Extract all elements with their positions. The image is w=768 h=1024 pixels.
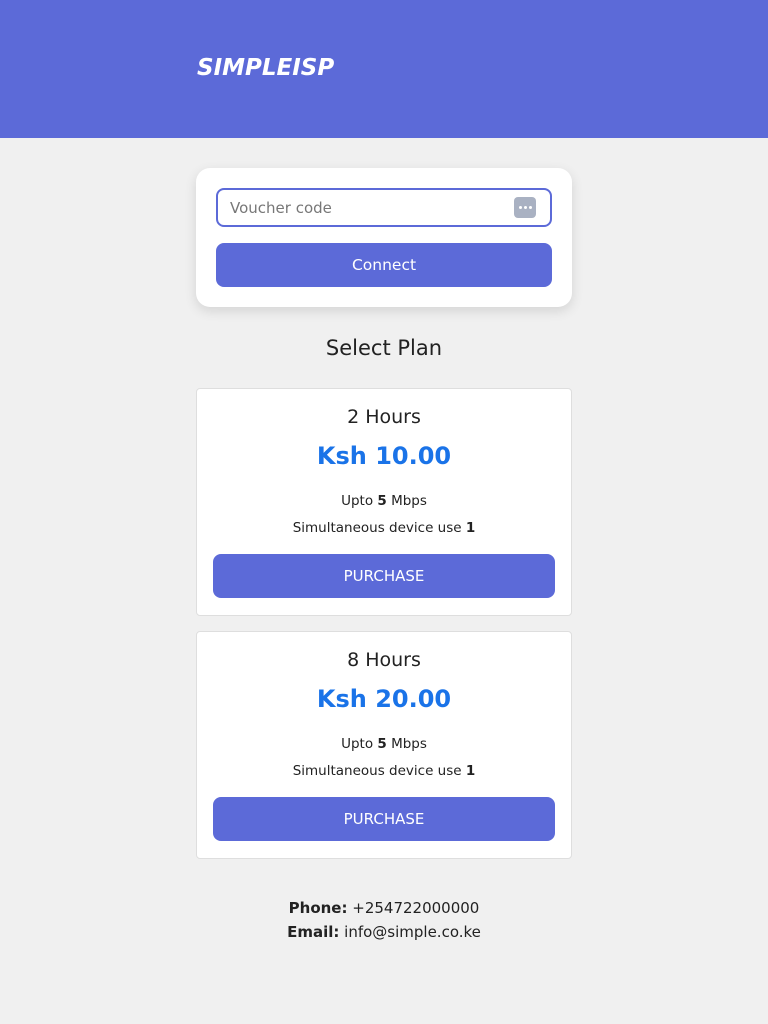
select-plan-title: Select Plan xyxy=(325,336,443,360)
voucher-field[interactable] xyxy=(216,188,552,227)
speed-prefix: Upto xyxy=(341,736,374,752)
speed-unit: Mbps xyxy=(391,493,427,509)
voucher-card: Connect xyxy=(196,168,572,307)
purchase-button-8-hours[interactable]: PURCHASE xyxy=(213,797,555,841)
header-bar: SIMPLEISP xyxy=(0,0,768,138)
password-dots-icon[interactable] xyxy=(514,197,536,218)
phone-line: Phone: +254722000000 xyxy=(196,896,572,920)
plan-price: Ksh 20.00 xyxy=(316,685,452,713)
email-value: info@simple.co.ke xyxy=(344,923,481,941)
devices-value: 1 xyxy=(465,763,476,779)
plan-speed: Upto 5 Mbps xyxy=(197,736,571,752)
plan-name: 2 Hours xyxy=(347,406,421,428)
connect-button[interactable]: Connect xyxy=(216,243,552,287)
contact-footer: Phone: +254722000000 Email: info@simple.… xyxy=(196,896,572,944)
voucher-code-input[interactable] xyxy=(218,190,550,225)
phone-label: Phone: xyxy=(288,899,348,917)
email-line: Email: info@simple.co.ke xyxy=(196,920,572,944)
speed-value: 5 xyxy=(377,493,387,509)
plan-devices: Simultaneous device use 1 xyxy=(197,520,571,536)
devices-label: Simultaneous device use xyxy=(292,520,462,536)
plan-name: 8 Hours xyxy=(347,649,421,671)
speed-unit: Mbps xyxy=(391,736,427,752)
devices-label: Simultaneous device use xyxy=(292,763,462,779)
plan-card-8-hours: 8 Hours Ksh 20.00 Upto 5 Mbps Simultaneo… xyxy=(196,631,572,859)
plan-price: Ksh 10.00 xyxy=(316,442,452,470)
email-label: Email: xyxy=(287,923,340,941)
purchase-button-2-hours[interactable]: PURCHASE xyxy=(213,554,555,598)
plan-devices: Simultaneous device use 1 xyxy=(197,763,571,779)
logo: SIMPLEISP xyxy=(197,55,335,81)
speed-prefix: Upto xyxy=(341,493,374,509)
phone-value: +254722000000 xyxy=(352,899,480,917)
plan-speed: Upto 5 Mbps xyxy=(197,493,571,509)
speed-value: 5 xyxy=(377,736,387,752)
plan-card-2-hours: 2 Hours Ksh 10.00 Upto 5 Mbps Simultaneo… xyxy=(196,388,572,616)
devices-value: 1 xyxy=(465,520,476,536)
